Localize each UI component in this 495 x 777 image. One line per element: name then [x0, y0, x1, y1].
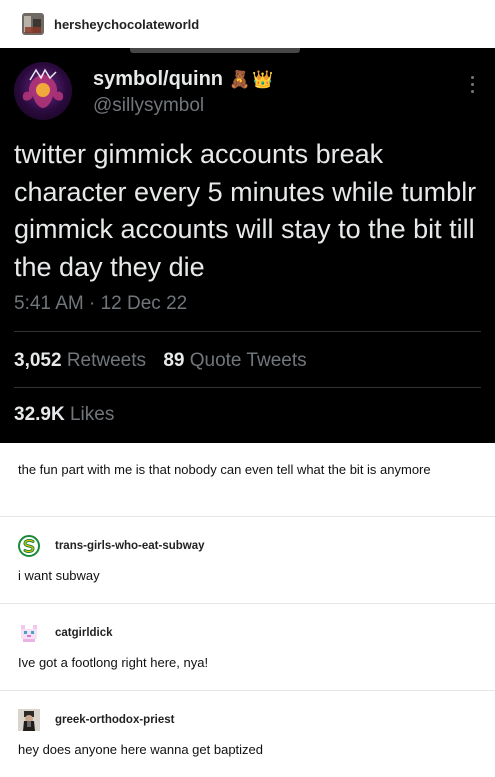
retweets-count: 3,052 [14, 350, 62, 371]
display-name-text: symbol/quinn [93, 68, 223, 90]
divider [14, 331, 481, 332]
tweet-display-name: symbol/quinn 🧸 👑 [93, 68, 273, 91]
reply-username[interactable]: greek-orthodox-priest [55, 714, 175, 726]
reply-item: trans-girls-who-eat-subway i want subway [0, 517, 495, 603]
reply-text: Ive got a footlong right here, nya! [18, 655, 209, 670]
subway-logo-icon[interactable] [18, 535, 40, 557]
reply-text: i want subway [18, 568, 100, 583]
pixel-cat-icon[interactable] [18, 622, 40, 644]
reply-item: catgirldick Ive got a footlong right her… [0, 604, 495, 690]
post-caption: the fun part with me is that nobody can … [18, 462, 431, 477]
blog-name[interactable]: hersheychocolateworld [54, 17, 199, 32]
quotes-label: Quote Tweets [189, 350, 307, 371]
tweet-text: twitter gimmick accounts break character… [14, 139, 477, 282]
retweets-label: Retweets [66, 350, 147, 371]
post-header: hersheychocolateworld [0, 0, 495, 48]
tweet-screenshot: symbol/quinn 🧸 👑 @sillysymbol twitter gi… [0, 48, 495, 443]
quotes-count: 89 [163, 350, 185, 371]
tweet-handle: @sillysymbol [93, 95, 205, 116]
reply-username[interactable]: catgirldick [55, 627, 113, 639]
teddy-bear-emoji-icon: 🧸 [229, 69, 251, 89]
likes-label: Likes [69, 404, 115, 425]
reply-text: hey does anyone here wanna get baptized [18, 742, 264, 757]
more-options-icon [471, 76, 475, 97]
crown-emoji-icon: 👑 [252, 69, 274, 89]
reply-item: greek-orthodox-priest hey does anyone he… [0, 691, 495, 777]
likes-count: 32.9K [14, 404, 65, 425]
tweet-avatar [14, 62, 72, 120]
divider [14, 387, 481, 388]
reply-username[interactable]: trans-girls-who-eat-subway [55, 540, 205, 552]
retweet-quote-stats: 3,052 Retweets 89 Quote Tweets [14, 350, 307, 372]
priest-avatar-icon[interactable] [18, 709, 40, 731]
blog-avatar[interactable] [22, 13, 44, 35]
tweet-timestamp: 5:41 AM · 12 Dec 22 [14, 293, 188, 314]
likes-stats: 32.9K Likes [14, 404, 114, 426]
